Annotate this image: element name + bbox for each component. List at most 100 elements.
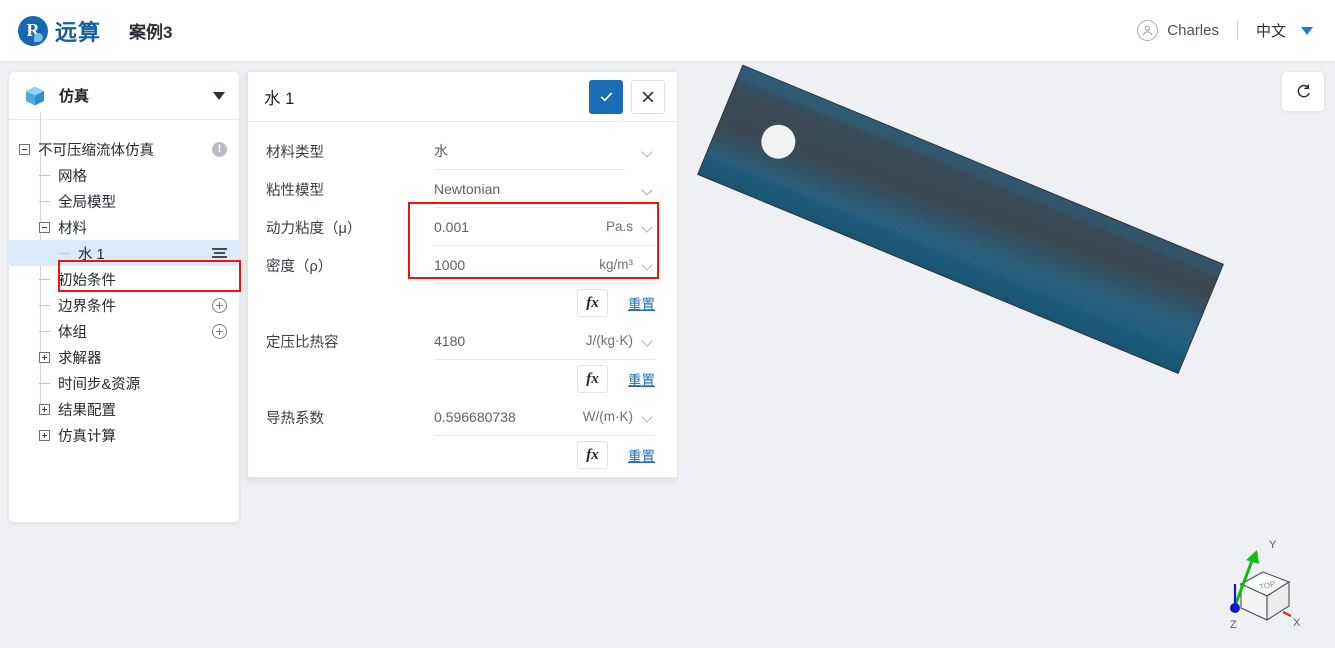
property-unit-select[interactable] [625,132,655,170]
collapse-toggle-icon[interactable] [19,143,30,155]
tree-item-label: 仿真计算 [58,428,116,445]
tree-item-label: 初始条件 [58,272,116,289]
user-name: Charles [1167,22,1219,39]
tree-item-label: 结果配置 [58,402,116,419]
property-unit-select[interactable]: W/(m·K) [563,398,655,436]
property-select[interactable]: 水 [434,132,625,170]
tree-item-3[interactable]: 材料 [9,214,239,240]
formula-button[interactable]: fx [577,365,608,393]
property-value: 水 [434,142,448,159]
property-row-3: 密度（ρ） 1000 kg/m³ [266,246,655,284]
3d-viewport[interactable]: TOP Y Z X [678,62,1335,648]
check-icon [600,92,612,102]
property-input[interactable]: 0.001 [434,208,563,246]
tree-branch-line [39,174,50,176]
property-input[interactable]: 4180 [434,322,563,360]
property-label: 定压比热容 [266,334,339,351]
property-field: Newtonian [434,170,655,208]
property-label: 导热系数 [266,410,324,427]
formula-row-3: fx 重置 [266,284,655,322]
reset-link[interactable]: 重置 [619,445,655,465]
simulation-tree: 不可压缩流体仿真! 网格 全局模型 材料水 1 初始条件 边界条件 体组 求解器 时间步&资源结… [9,112,239,448]
tree-item-10[interactable]: 结果配置 [9,396,239,422]
tree-item-11[interactable]: 仿真计算 [9,422,239,448]
property-unit-select[interactable] [625,170,655,208]
property-input[interactable]: 0.596680738 [434,398,563,436]
property-unit: Pa.s [605,219,633,234]
tree-item-4[interactable]: 水 1 [9,240,239,266]
case-title: 案例3 [129,23,173,42]
property-unit: kg/m³ [599,257,633,272]
tree-item-5[interactable]: 初始条件 [9,266,239,292]
chevron-down-icon [1301,26,1313,35]
user-menu[interactable]: Charles [1137,20,1219,41]
reset-link[interactable]: 重置 [619,293,655,313]
tree-item-label: 时间步&资源 [58,376,141,393]
tree-item-8[interactable]: 求解器 [9,344,239,370]
item-menu-icon[interactable] [212,246,227,260]
property-unit-select[interactable]: kg/m³ [563,246,655,284]
formula-button[interactable]: fx [577,441,608,469]
tree-item-label: 不可压缩流体仿真 [38,142,154,159]
tree-branch-line [39,330,50,332]
language-switcher[interactable]: 中文 [1256,20,1313,41]
tree-item-7[interactable]: 体组 [9,318,239,344]
reset-link[interactable]: 重置 [619,369,655,389]
property-input[interactable]: 1000 [434,246,563,284]
tree-item-1[interactable]: 网格 [9,162,239,188]
chevron-down-icon [642,221,653,232]
tree-item-label: 体组 [58,324,87,341]
axis-label-y: Y [1269,539,1277,551]
axis-triad[interactable]: TOP Y Z X [1213,528,1313,636]
formula-row-5: fx 重置 [266,436,655,474]
topbar-divider [1236,21,1238,40]
tree-branch-line [39,382,50,384]
property-unit-select[interactable]: Pa.s [563,208,655,246]
material-properties-panel: 水 1 材料类型 水粘性模型 Newtonian 动力粘度（μ） 0.001 Pa.s 密度… [247,71,678,478]
panel-header: 水 1 [248,72,677,122]
property-row-1: 粘性模型 Newtonian [266,170,655,208]
confirm-button[interactable] [589,79,623,114]
add-item-icon[interactable] [212,323,227,339]
property-field: 4180 J/(kg·K) [434,322,655,360]
tree-branch-line [59,252,70,254]
expand-toggle-icon[interactable] [39,403,50,415]
cancel-button[interactable] [631,79,665,114]
property-row-4: 定压比热容 4180 J/(kg·K) [266,322,655,360]
chevron-down-icon [642,411,653,422]
expand-toggle-icon[interactable] [39,429,50,441]
formula-button[interactable]: fx [577,289,608,317]
tree-item-9[interactable]: 时间步&资源 [9,370,239,396]
property-select[interactable]: Newtonian [434,170,625,208]
property-unit-select[interactable]: J/(kg·K) [563,322,655,360]
warning-icon[interactable]: ! [212,141,227,157]
expand-toggle-icon[interactable] [39,351,50,363]
tree-item-2[interactable]: 全局模型 [9,188,239,214]
chevron-down-icon [642,184,653,195]
brand[interactable]: R 远算 [18,15,101,47]
tree-item-0[interactable]: 不可压缩流体仿真! [9,136,239,162]
tree-item-label: 边界条件 [58,298,116,315]
formula-row-4: fx 重置 [266,360,655,398]
property-value: 0.001 [434,218,470,235]
user-circle-icon [1137,20,1159,41]
close-icon [642,91,654,102]
top-bar: R 远算 案例3 Charles 中文 [0,0,1335,62]
simulation-tree-panel: 仿真 不可压缩流体仿真! 网格 全局模型 材料水 1 初始条件 边界条件 体组 求解器 时间步&… [8,71,240,523]
property-value: 4180 [434,332,466,349]
panel-actions [589,79,665,114]
top-bar-right: Charles 中文 [1137,20,1313,41]
cube-icon [23,84,47,108]
property-value: 0.596680738 [434,408,516,425]
chevron-down-icon[interactable] [213,91,225,100]
axis-label-x: X [1293,617,1301,629]
tree-branch-line [39,278,50,280]
collapse-toggle-icon[interactable] [39,221,50,233]
chevron-down-icon [642,259,653,270]
add-item-icon[interactable] [212,297,227,313]
simulation-tree-header[interactable]: 仿真 [9,72,239,120]
property-row-5: 导热系数 0.596680738 W/(m·K) [266,398,655,436]
property-field: 0.596680738 W/(m·K) [434,398,655,436]
tree-item-6[interactable]: 边界条件 [9,292,239,318]
property-label: 密度（ρ） [266,258,333,275]
